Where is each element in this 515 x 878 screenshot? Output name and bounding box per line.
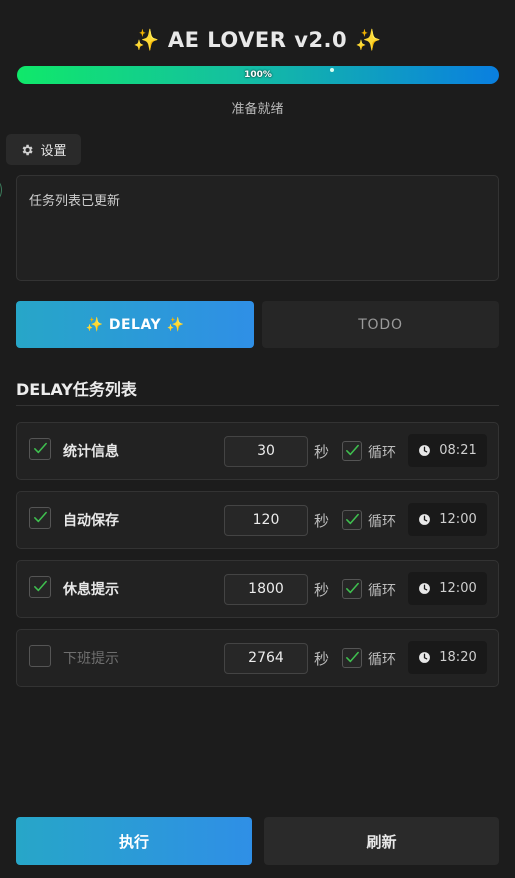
seconds-unit: 秒	[314, 650, 330, 668]
time-text: 12:00	[439, 581, 477, 596]
seconds-unit: 秒	[314, 443, 330, 461]
seconds-unit: 秒	[314, 512, 330, 530]
task-name: 自动保存	[63, 513, 119, 529]
task-row: 统计信息 30 秒 循环 08:21	[16, 422, 499, 480]
clock-icon	[418, 444, 431, 457]
loop-checkbox[interactable]	[342, 510, 362, 530]
tab-delay-label: ✨ DELAY ✨	[85, 316, 185, 333]
loop-label: 循环	[368, 583, 396, 599]
next-run-time[interactable]: 18:20	[408, 641, 487, 674]
settings-label: 设置	[40, 144, 67, 159]
task-name: 统计信息	[63, 444, 119, 460]
time-text: 12:00	[439, 512, 477, 527]
clock-icon	[418, 513, 431, 526]
tab-delay[interactable]: ✨ DELAY ✨	[16, 301, 254, 348]
task-row: 休息提示 1800 秒 循环 12:00	[16, 560, 499, 618]
clock-icon	[418, 651, 431, 664]
task-enable-checkbox[interactable]	[29, 576, 51, 598]
loop-checkbox[interactable]	[342, 441, 362, 461]
execute-label: 执行	[118, 832, 149, 851]
task-enable-checkbox[interactable]	[29, 645, 51, 667]
loop-checkbox[interactable]	[342, 579, 362, 599]
next-run-time[interactable]: 12:00	[408, 572, 487, 605]
side-handle	[0, 179, 2, 201]
progress-bar: 100%	[17, 66, 499, 84]
section-title: DELAY任务列表	[16, 380, 137, 399]
task-enable-checkbox[interactable]	[29, 438, 51, 460]
time-text: 18:20	[439, 650, 477, 665]
refresh-label: 刷新	[366, 832, 397, 851]
clock-icon	[418, 582, 431, 595]
settings-button[interactable]: 设置	[6, 134, 81, 165]
loop-label: 循环	[368, 652, 396, 668]
tab-todo[interactable]: TODO	[262, 301, 499, 348]
gear-icon	[20, 143, 34, 157]
log-output: 任务列表已更新	[16, 175, 499, 281]
task-name: 休息提示	[63, 582, 119, 598]
app-title: ✨ AE LOVER v2.0 ✨	[133, 28, 382, 52]
loop-label: 循环	[368, 514, 396, 530]
loop-checkbox[interactable]	[342, 648, 362, 668]
section-divider	[16, 405, 499, 406]
task-row: 下班提示 2764 秒 循环 18:20	[16, 629, 499, 687]
task-row: 自动保存 120 秒 循环 12:00	[16, 491, 499, 549]
seconds-input[interactable]: 2764	[224, 643, 308, 674]
task-enable-checkbox[interactable]	[29, 507, 51, 529]
next-run-time[interactable]: 12:00	[408, 503, 487, 536]
time-text: 08:21	[439, 443, 477, 458]
seconds-unit: 秒	[314, 581, 330, 599]
task-name: 下班提示	[63, 651, 119, 667]
seconds-input[interactable]: 120	[224, 505, 308, 536]
log-text: 任务列表已更新	[29, 194, 121, 209]
execute-button[interactable]: 执行	[16, 817, 252, 865]
tab-todo-label: TODO	[358, 316, 403, 333]
seconds-input[interactable]: 1800	[224, 574, 308, 605]
progress-label: 100%	[244, 70, 272, 80]
loop-label: 循环	[368, 445, 396, 461]
status-text: 准备就绪	[231, 102, 284, 117]
seconds-input[interactable]: 30	[224, 436, 308, 467]
refresh-button[interactable]: 刷新	[264, 817, 499, 865]
next-run-time[interactable]: 08:21	[408, 434, 487, 467]
